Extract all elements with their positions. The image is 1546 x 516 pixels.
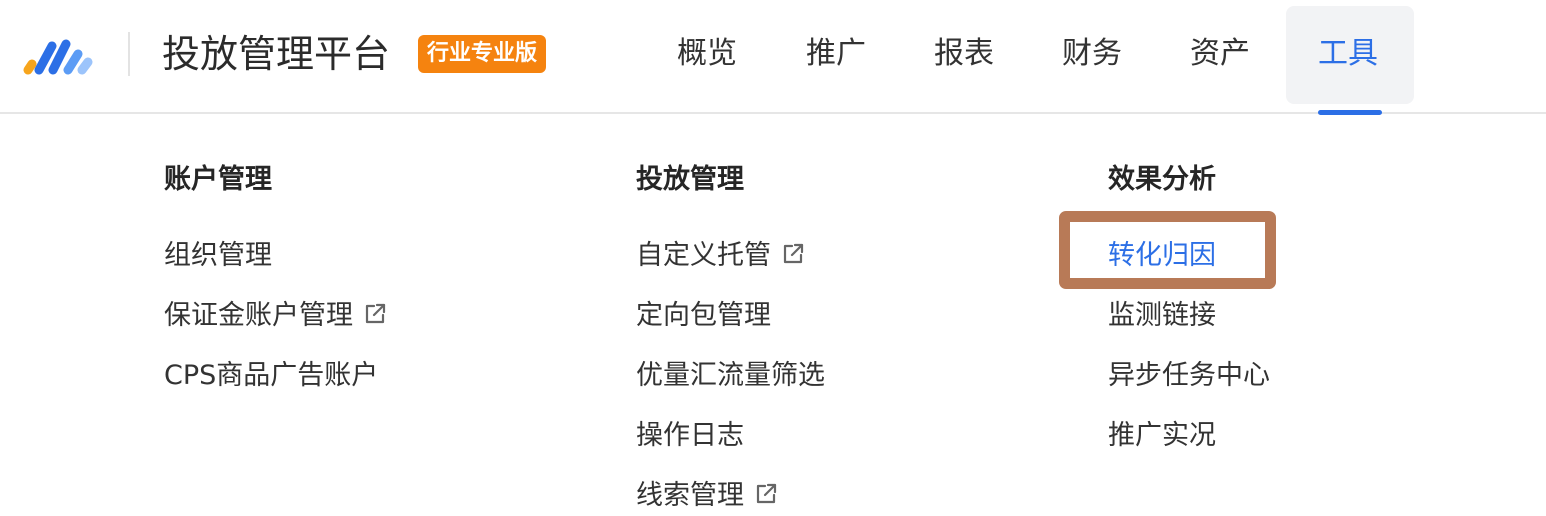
menu-item-label: 优量汇流量筛选 xyxy=(636,360,825,391)
menu-item-label: 线索管理 xyxy=(636,480,744,511)
nav-active-indicator xyxy=(1318,110,1382,115)
menu-heading-account: 账户管理 xyxy=(164,164,272,195)
menu-item-label: 异步任务中心 xyxy=(1108,360,1270,391)
menu-item-monitor-link[interactable]: 监测链接 xyxy=(1108,296,1216,336)
nav-reports[interactable]: 报表 xyxy=(934,30,994,78)
menu-item-operation-log[interactable]: 操作日志 xyxy=(636,416,744,456)
menu-item-async-task-center[interactable]: 异步任务中心 xyxy=(1108,356,1270,396)
menu-item-promotion-live[interactable]: 推广实况 xyxy=(1108,416,1216,456)
menu-item-custom-hosting[interactable]: 自定义托管 xyxy=(636,236,805,276)
menu-item-label: CPS商品广告账户 xyxy=(164,360,379,391)
highlight-box xyxy=(1059,211,1276,289)
menu-item-targeting-package[interactable]: 定向包管理 xyxy=(636,296,771,336)
nav-assets[interactable]: 资产 xyxy=(1190,30,1250,78)
top-header: 投放管理平台 行业专业版 概览 推广 报表 财务 资产 工具 xyxy=(0,0,1546,115)
nav-overview[interactable]: 概览 xyxy=(677,30,737,78)
menu-item-organization[interactable]: 组织管理 xyxy=(164,236,272,276)
menu-heading-delivery: 投放管理 xyxy=(636,164,744,195)
menu-item-label: 保证金账户管理 xyxy=(164,300,353,331)
menu-item-traffic-filter[interactable]: 优量汇流量筛选 xyxy=(636,356,825,396)
nav-promotion[interactable]: 推广 xyxy=(806,30,866,78)
menu-heading-analysis: 效果分析 xyxy=(1108,164,1216,195)
menu-item-cps-account[interactable]: CPS商品广告账户 xyxy=(164,356,378,396)
menu-item-label: 定向包管理 xyxy=(636,300,771,331)
brand-logo-icon[interactable] xyxy=(22,32,98,76)
menu-item-lead-management[interactable]: 线索管理 xyxy=(636,476,778,516)
menu-item-label: 组织管理 xyxy=(164,240,272,271)
menu-item-label: 推广实况 xyxy=(1108,420,1216,451)
nav-finance[interactable]: 财务 xyxy=(1062,30,1122,78)
menu-item-label: 自定义托管 xyxy=(636,240,771,271)
app-title: 投放管理平台 xyxy=(162,32,391,76)
logo-divider xyxy=(128,32,130,76)
edition-badge: 行业专业版 xyxy=(418,35,547,73)
external-link-icon xyxy=(756,483,777,504)
menu-item-label: 操作日志 xyxy=(636,420,744,451)
nav-tools[interactable]: 工具 xyxy=(1318,30,1378,78)
external-link-icon xyxy=(365,303,386,324)
menu-item-label: 监测链接 xyxy=(1108,300,1216,331)
menu-item-deposit-account[interactable]: 保证金账户管理 xyxy=(164,296,387,336)
external-link-icon xyxy=(783,243,804,264)
